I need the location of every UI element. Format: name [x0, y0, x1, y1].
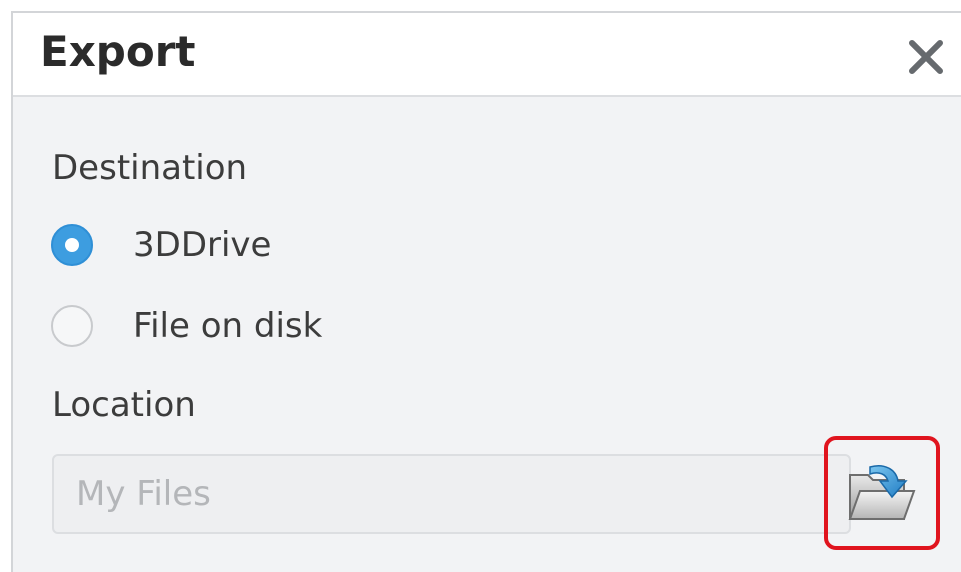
location-field[interactable]: My Files [52, 454, 851, 534]
radio-button-unselected[interactable] [51, 305, 93, 347]
radio-label-3ddrive: 3DDrive [133, 225, 272, 265]
dialog-header: Export [13, 13, 961, 97]
folder-open-icon [848, 465, 916, 520]
radio-dot [65, 238, 79, 252]
destination-label: Destination [52, 148, 248, 188]
radio-option-file-on-disk[interactable]: File on disk [51, 301, 322, 351]
dialog-title: Export [40, 27, 196, 76]
radio-label-file-on-disk: File on disk [133, 306, 323, 346]
radio-button-selected[interactable] [51, 224, 93, 266]
radio-option-3ddrive[interactable]: 3DDrive [51, 220, 271, 270]
browse-folder-button[interactable] [824, 436, 940, 550]
close-icon[interactable] [907, 38, 945, 76]
export-dialog: Export Destination 3DDrive File on disk … [11, 11, 961, 572]
location-label: Location [52, 385, 196, 425]
